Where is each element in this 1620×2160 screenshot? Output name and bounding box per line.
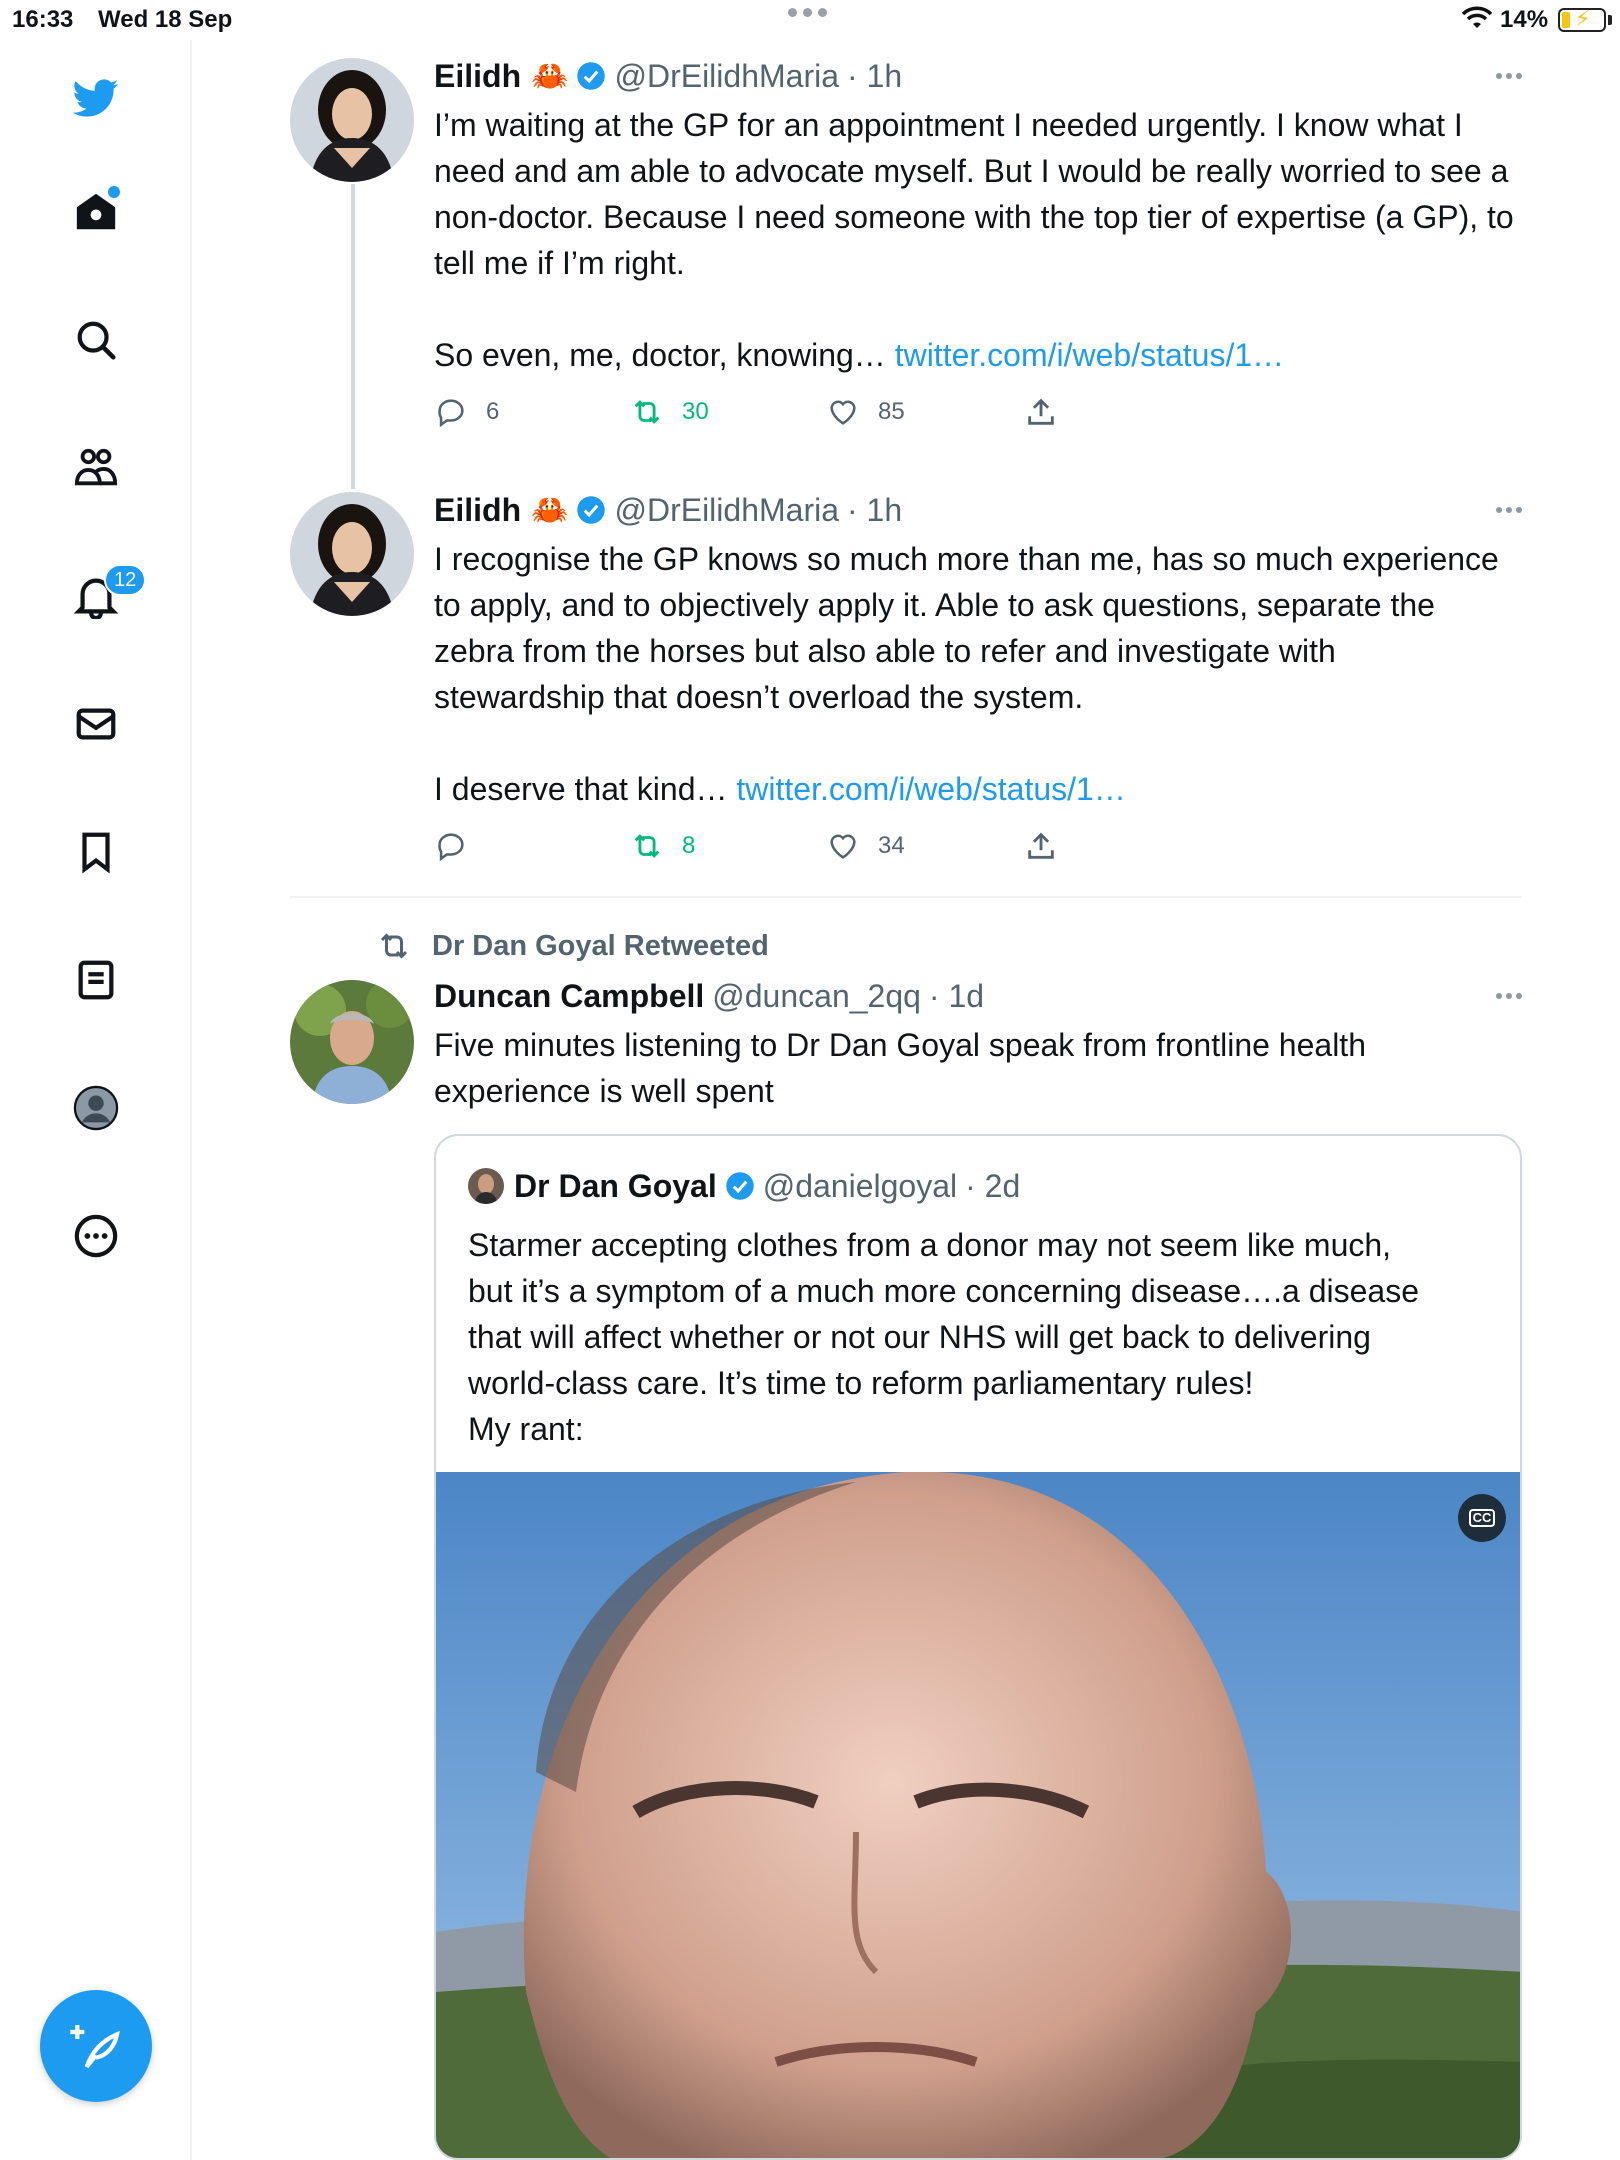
retweet-count: 30: [682, 398, 709, 425]
reply-count: 6: [486, 398, 500, 425]
home-unread-dot: [108, 186, 120, 198]
compose-tweet-button[interactable]: [40, 1990, 152, 2102]
quoted-author-handle: @danielgoyal: [762, 1167, 958, 1204]
verified-badge-icon: [577, 62, 606, 90]
tweet-divider: [290, 896, 1522, 898]
reply-button[interactable]: [434, 826, 486, 866]
author-handle[interactable]: @DrEilidhMaria: [614, 58, 839, 95]
retweeted-by-label: Dr Dan Goyal Retweeted: [432, 929, 769, 962]
wifi-icon: [1462, 6, 1492, 28]
tweet-header: Eilidh 🦀 @DrEilidhMaria · 1h: [434, 490, 902, 530]
retweet-button[interactable]: 30: [630, 392, 709, 432]
retweet-icon: [634, 834, 660, 858]
retweet-count: 8: [682, 832, 696, 859]
more-options-icon[interactable]: [64, 1204, 128, 1268]
verified-badge-icon: [577, 496, 606, 524]
author-name[interactable]: Duncan Campbell: [434, 978, 704, 1015]
retweet-icon: [380, 933, 408, 959]
reply-button[interactable]: 6: [434, 392, 499, 432]
share-icon: [1028, 398, 1054, 425]
tweet-time[interactable]: · 1d: [929, 978, 984, 1015]
author-handle[interactable]: @duncan_2qq: [712, 978, 921, 1015]
tweet-actions: 6 30 85: [434, 392, 1074, 432]
quoted-tweet-text: Starmer accepting clothes from a donor m…: [468, 1227, 1419, 1447]
like-button[interactable]: 34: [826, 826, 905, 866]
avatar[interactable]: [290, 58, 414, 182]
quoted-avatar: [468, 1168, 504, 1204]
tweet-text: Five minutes listening to Dr Dan Goyal s…: [434, 1027, 1366, 1109]
reply-icon: [438, 833, 464, 862]
tweet-text: I recognise the GP knows so much more th…: [434, 541, 1499, 807]
author-handle[interactable]: @DrEilidhMaria: [614, 492, 839, 529]
closed-captions-button[interactable]: CC: [1458, 1494, 1506, 1542]
quoted-tweet-time: · 2d: [965, 1167, 1021, 1204]
like-count: 34: [878, 832, 905, 859]
feather-plus-icon: [70, 2025, 120, 2069]
share-button[interactable]: [1024, 392, 1076, 432]
twitter-logo-icon[interactable]: [64, 66, 128, 130]
tweet-header: Duncan Campbell @duncan_2qq · 1d: [434, 976, 984, 1016]
more-icon[interactable]: [1490, 986, 1522, 1006]
tweet-time[interactable]: · 1h: [847, 58, 902, 95]
sidebar: 12: [0, 40, 192, 2160]
heart-icon: [830, 400, 856, 425]
tweet[interactable]: Eilidh 🦀 @DrEilidhMaria · 1h I recognise…: [290, 490, 1522, 880]
retweet-context[interactable]: Dr Dan Goyal Retweeted: [376, 928, 769, 964]
tweet-time[interactable]: · 1h: [847, 492, 902, 529]
search-icon[interactable]: [64, 308, 128, 372]
tweet-actions: 8 34: [434, 826, 1074, 866]
quoted-tweet[interactable]: Dr Dan Goyal @danielgoyal · 2d Starmer a…: [434, 1134, 1522, 2160]
profile-avatar-icon[interactable]: [64, 1076, 128, 1140]
battery-icon: ⚡: [1558, 6, 1606, 32]
crab-emoji: 🦀: [531, 59, 569, 93]
tweet[interactable]: Eilidh 🦀 @DrEilidhMaria · 1h I’m waiting…: [290, 56, 1522, 446]
author-name[interactable]: Eilidh: [434, 492, 521, 529]
like-button[interactable]: 85: [826, 392, 905, 432]
like-count: 85: [878, 398, 905, 425]
notification-count-badge: 12: [104, 564, 147, 596]
bookmarks-icon[interactable]: [64, 820, 128, 884]
tweet-text: I’m waiting at the GP for an appointment…: [434, 107, 1514, 373]
home-icon[interactable]: [64, 180, 128, 244]
heart-icon: [830, 834, 856, 859]
share-icon: [1028, 832, 1054, 859]
status-time: 16:33: [12, 6, 74, 33]
quoted-author-name: Dr Dan Goyal: [514, 1167, 717, 1204]
video-thumbnail[interactable]: CC: [436, 1472, 1520, 2158]
lists-icon[interactable]: [64, 948, 128, 1012]
verified-badge-icon: [725, 1172, 754, 1200]
retweet-button[interactable]: 8: [630, 826, 695, 866]
avatar[interactable]: [290, 492, 414, 616]
tweet-link[interactable]: twitter.com/i/web/status/1…: [736, 771, 1125, 807]
quoted-tweet-header: Dr Dan Goyal @danielgoyal · 2d: [468, 1166, 1020, 1206]
retweet-icon: [634, 400, 660, 424]
tweet-header: Eilidh 🦀 @DrEilidhMaria · 1h: [434, 56, 902, 96]
multitasking-dots[interactable]: [788, 8, 827, 17]
communities-icon[interactable]: [64, 436, 128, 500]
battery-percent: 14%: [1500, 6, 1549, 33]
notifications-icon[interactable]: 12: [64, 564, 147, 628]
status-date: Wed 18 Sep: [98, 6, 233, 33]
reply-icon: [438, 399, 464, 428]
share-button[interactable]: [1024, 826, 1076, 866]
messages-icon[interactable]: [64, 692, 128, 756]
more-icon[interactable]: [1490, 66, 1522, 86]
avatar[interactable]: [290, 980, 414, 1104]
more-icon[interactable]: [1490, 500, 1522, 520]
crab-emoji: 🦀: [531, 493, 569, 527]
author-name[interactable]: Eilidh: [434, 58, 521, 95]
tweet-link[interactable]: twitter.com/i/web/status/1…: [895, 337, 1284, 373]
status-bar: 16:33 Wed 18 Sep 14% ⚡: [0, 0, 1620, 40]
